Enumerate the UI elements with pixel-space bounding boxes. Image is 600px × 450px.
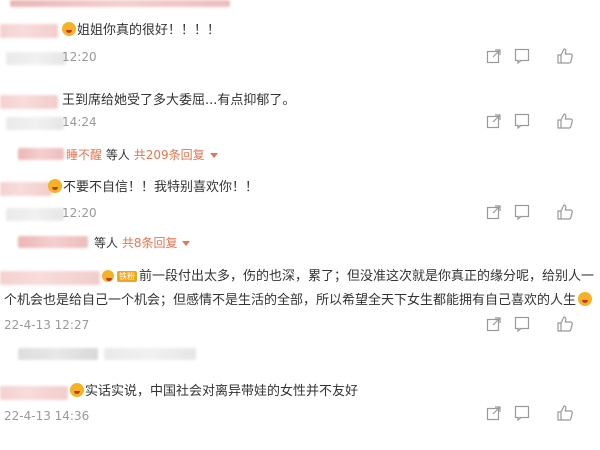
reply-summary[interactable]: 等人 共8条回复 xyxy=(94,234,191,251)
comment-text: 铁粉 前一段付出太多，伤的也深，累了；但没准这次就是你真正的缘分呢，给别人一 xyxy=(102,268,594,286)
date-blurred xyxy=(6,117,64,130)
emoji-icon xyxy=(102,270,114,282)
emoji-icon xyxy=(70,383,84,397)
reply-avatar-blurred xyxy=(18,236,88,248)
comment-text-line2: 个机会也是给自己一个机会；但感情不是生活的全部，所以希望全天下女生都能拥有自己喜… xyxy=(4,292,593,310)
reply-count[interactable]: 共8条回复 xyxy=(122,236,178,250)
comment-text: 姐姐你真的很好！！！！ xyxy=(62,22,220,40)
chevron-down-icon xyxy=(182,241,191,246)
emoji-icon xyxy=(62,22,76,36)
username-blurred[interactable] xyxy=(0,95,58,109)
emoji-icon xyxy=(578,292,593,306)
username-blurred[interactable] xyxy=(0,386,68,400)
reply-count[interactable]: 共209条回复 xyxy=(134,148,205,162)
username-blurred[interactable] xyxy=(0,182,52,196)
like-icon[interactable] xyxy=(556,404,574,422)
comment-time: 12:20 xyxy=(62,50,97,64)
reply-users[interactable]: 睡不醒 xyxy=(66,148,102,162)
comment-icon[interactable] xyxy=(514,405,530,421)
like-icon[interactable] xyxy=(556,315,574,333)
reply-summary[interactable]: 睡不醒 等人 共209条回复 xyxy=(66,146,218,163)
comment-icon[interactable] xyxy=(514,113,530,129)
comment-text: 王到席给她受了多大委屈...有点抑郁了。 xyxy=(62,93,296,108)
comment-time: 22-4-13 12:27 xyxy=(4,318,90,332)
share-icon[interactable] xyxy=(486,48,502,64)
emoji-icon xyxy=(48,179,62,193)
share-icon[interactable] xyxy=(486,204,502,220)
reply-text-blurred xyxy=(104,348,196,360)
comment-icon[interactable] xyxy=(514,204,530,220)
comment-time: 12:20 xyxy=(62,206,97,220)
share-icon[interactable] xyxy=(486,113,502,129)
comment-text: 实话实说，中国社会对离异带娃的女性并不友好 xyxy=(70,383,358,401)
share-icon[interactable] xyxy=(486,405,502,421)
fan-badge: 铁粉 xyxy=(117,271,137,282)
date-blurred xyxy=(6,52,66,65)
comment-time: 22-4-13 14:36 xyxy=(4,409,90,423)
comment-text: 不要不自信！！我特别喜欢你！！ xyxy=(48,179,258,197)
username-blurred[interactable] xyxy=(0,24,58,38)
share-icon[interactable] xyxy=(486,316,502,332)
reply-avatar-blurred xyxy=(18,148,64,160)
blurred-header xyxy=(10,0,230,7)
comment-time: 14:24 xyxy=(62,115,97,129)
date-blurred xyxy=(6,208,64,221)
comment-icon[interactable] xyxy=(514,316,530,332)
like-icon[interactable] xyxy=(556,47,574,65)
chevron-down-icon xyxy=(209,153,218,158)
reply-avatar-blurred xyxy=(18,348,98,360)
username-blurred[interactable] xyxy=(0,271,100,285)
comment-icon[interactable] xyxy=(514,48,530,64)
like-icon[interactable] xyxy=(556,203,574,221)
like-icon[interactable] xyxy=(556,112,574,130)
